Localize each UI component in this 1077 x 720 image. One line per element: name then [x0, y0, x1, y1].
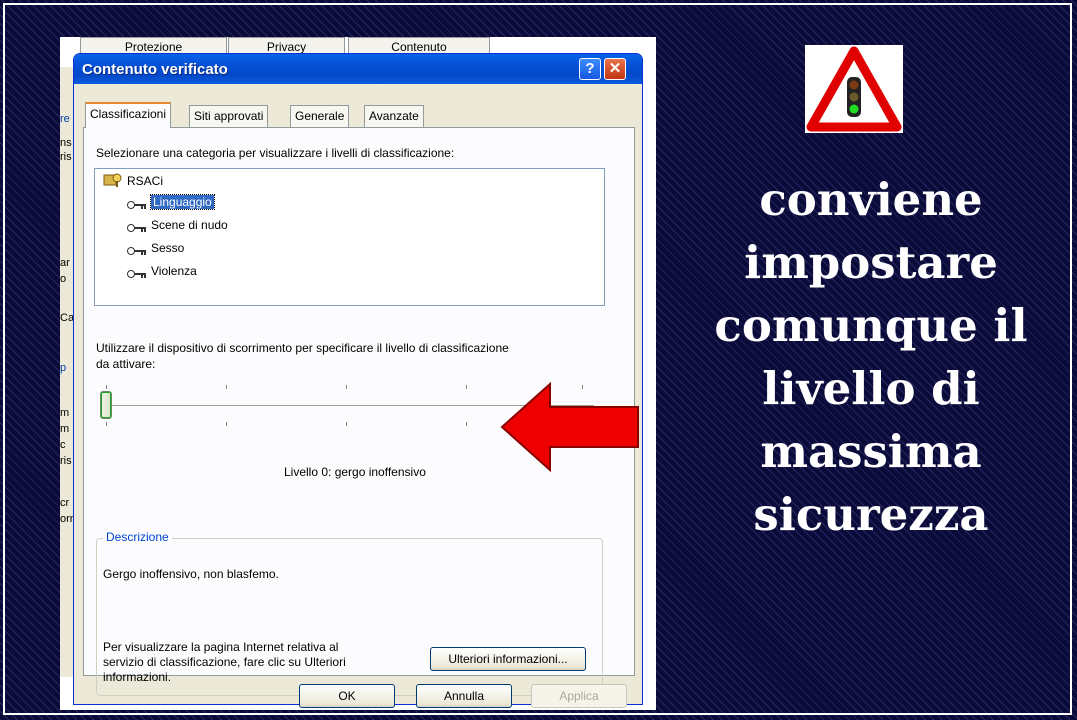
category-prompt: Selezionare una categoria per visualizza…: [96, 146, 455, 160]
key-icon: [127, 221, 147, 232]
cancel-button[interactable]: Annulla: [416, 684, 512, 708]
background-fragment: ris: [60, 151, 72, 163]
tree-root-label: RSACi: [127, 174, 164, 189]
background-fragment: m: [60, 423, 70, 435]
background-fragment: ar: [60, 257, 70, 269]
background-fragment: m: [60, 407, 70, 419]
key-icon: [127, 267, 147, 278]
ratings-folder-icon: [103, 172, 123, 192]
key-icon: [127, 244, 147, 255]
level-label: Livello 0: gergo inoffensivo: [284, 465, 426, 479]
background-fragment: p: [60, 362, 67, 374]
category-tree[interactable]: RSACi Linguaggio Scene di nudo Sesso Vio…: [94, 168, 605, 306]
description-group: Descrizione Gergo inoffensivo, non blasf…: [96, 530, 603, 696]
tree-root[interactable]: RSACi: [103, 172, 163, 188]
screenshot-frame: Protezione Privacy Contenuto re ns ris a…: [60, 37, 656, 710]
background-fragment: ris: [60, 455, 72, 467]
tree-item-label: Violenza: [151, 264, 197, 278]
content-advisor-dialog: Contenuto verificato ? ✕ Classificazioni…: [73, 53, 643, 708]
tree-item-scene-di-nudo[interactable]: Scene di nudo: [127, 217, 228, 233]
tree-item-sesso[interactable]: Sesso: [127, 240, 184, 256]
info-text-line3: informazioni.: [103, 670, 172, 684]
tab-generale[interactable]: Generale: [290, 105, 350, 127]
tab-siti-approvati[interactable]: Siti approvati: [189, 105, 269, 127]
traffic-light-warning-icon: [805, 45, 903, 133]
slide-text-line: conviene: [759, 173, 983, 226]
tree-item-label: Linguaggio: [150, 194, 215, 210]
rating-slider-thumb[interactable]: [100, 391, 112, 419]
slide-text-line: massima: [760, 425, 982, 478]
description-title: Descrizione: [103, 530, 172, 544]
background-fragment: o: [60, 273, 67, 285]
slider-instruction-line2: da attivare:: [96, 357, 156, 371]
description-text: Gergo inoffensivo, non blasfemo.: [103, 567, 279, 581]
red-arrow-pointer: [500, 381, 640, 473]
help-button[interactable]: ?: [579, 58, 601, 80]
tree-item-label: Scene di nudo: [151, 218, 228, 232]
background-fragment: Ca: [60, 312, 75, 324]
background-fragment: c: [60, 439, 66, 451]
key-icon: [127, 198, 147, 209]
background-fragment: re: [60, 113, 70, 125]
background-fragment: orr: [60, 513, 74, 525]
slide-text-line: comunque il: [714, 299, 1028, 352]
background-fragment: cr: [60, 497, 70, 509]
tab-avanzate[interactable]: Avanzate: [364, 105, 424, 127]
apply-button[interactable]: Applica: [531, 684, 627, 708]
slide-text-line: livello di: [762, 362, 980, 415]
slide-text-line: sicurezza: [753, 488, 989, 541]
slide-text-line: impostare: [744, 236, 998, 289]
more-info-button[interactable]: Ulteriori informazioni...: [430, 647, 586, 671]
tree-item-violenza[interactable]: Violenza: [127, 263, 197, 279]
tree-item-label: Sesso: [151, 241, 185, 255]
slider-instruction-line1: Utilizzare il dispositivo di scorrimento…: [96, 341, 509, 355]
slide-message: conviene impostare comunque il livello d…: [682, 168, 1060, 546]
info-text-line2: servizio di classificazione, fare clic s…: [103, 655, 346, 669]
title-bar[interactable]: Contenuto verificato ? ✕: [74, 54, 642, 84]
background-fragment: ns: [60, 137, 72, 149]
tab-classificazioni[interactable]: Classificazioni: [85, 102, 172, 128]
info-text-line1: Per visualizzare la pagina Internet rela…: [103, 640, 339, 654]
tree-item-linguaggio[interactable]: Linguaggio: [127, 194, 215, 210]
close-button[interactable]: ✕: [604, 58, 626, 80]
dialog-title: Contenuto verificato: [82, 61, 228, 78]
ok-button[interactable]: OK: [299, 684, 395, 708]
